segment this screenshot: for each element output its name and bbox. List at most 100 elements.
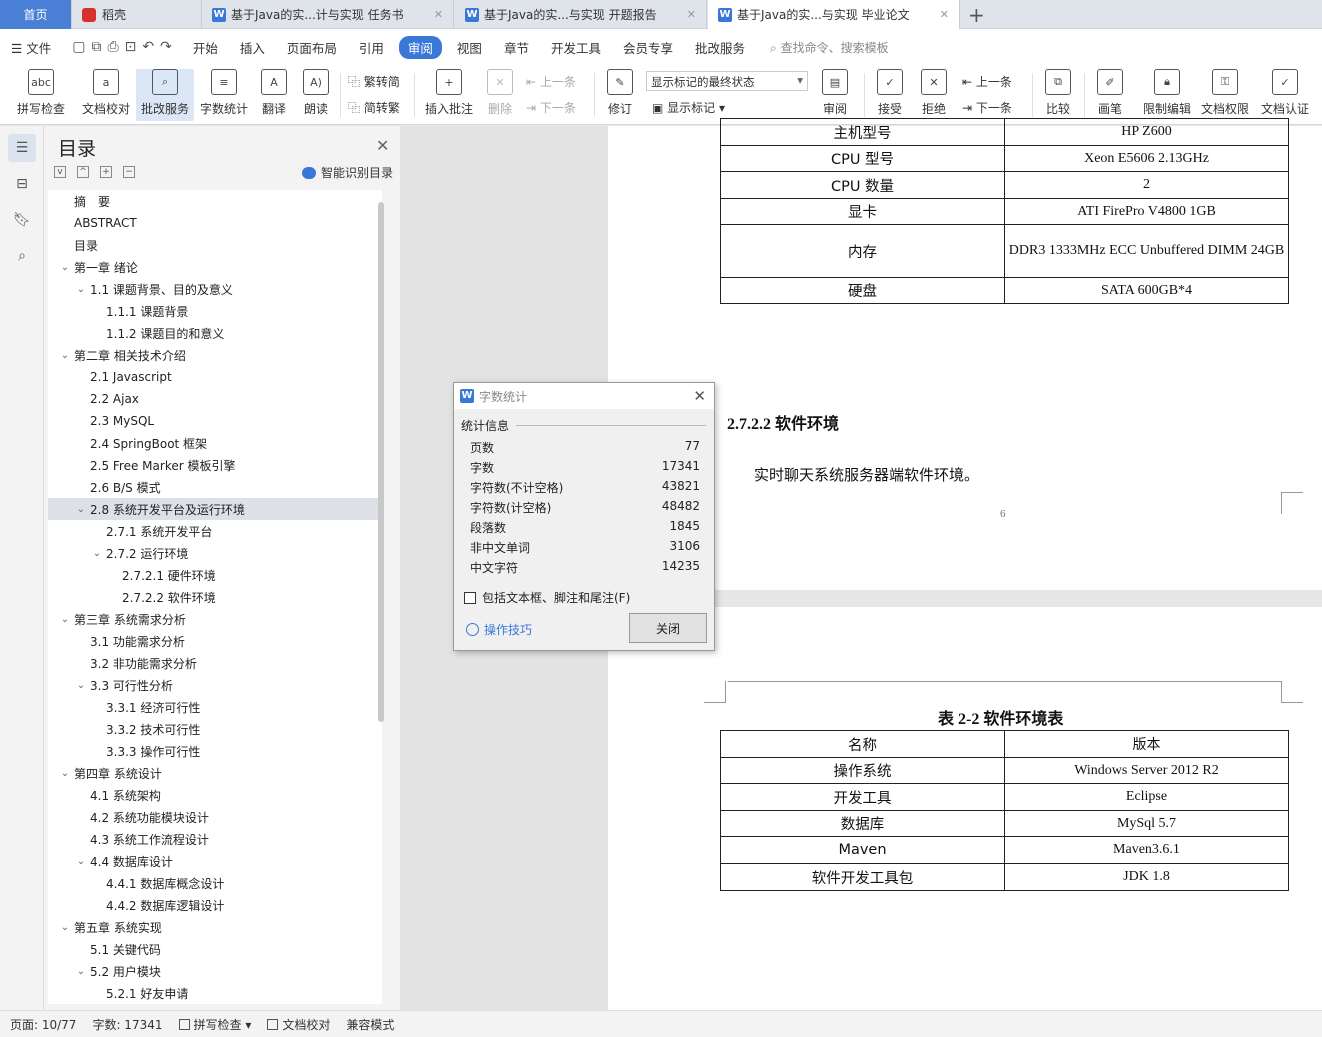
next-change-button[interactable]: ⇥ 下一条	[962, 99, 1012, 116]
trad-to-simp-button[interactable]: ⿻ 繁转简	[348, 73, 400, 90]
tab-close-icon[interactable]: ✕	[681, 8, 696, 21]
menu-chapter[interactable]: 章节	[493, 38, 540, 57]
toc-item[interactable]: 2.3 MySQL	[48, 410, 382, 432]
page-indicator[interactable]: 页面: 10/77	[10, 1016, 76, 1033]
tab-close-icon[interactable]: ✕	[428, 8, 443, 21]
toc-item[interactable]: 2.6 B/S 模式	[48, 476, 382, 498]
remove-heading-icon[interactable]: −	[123, 166, 135, 178]
prev-change-button[interactable]: ⇤ 上一条	[962, 73, 1012, 90]
toc-item[interactable]: ⌄ 2.8 系统开发平台及运行环境	[48, 498, 382, 520]
toc-item[interactable]: ⌄ 第五章 系统实现	[48, 916, 382, 938]
redo-icon[interactable]: ↷	[160, 39, 172, 55]
compare-button[interactable]: ⧉ 比较	[1038, 69, 1078, 121]
proofread-button[interactable]: a 文档校对	[78, 69, 134, 121]
toc-item[interactable]: 4.3 系统工作流程设计	[48, 828, 382, 850]
command-search[interactable]: ⌕ 查找命令、搜索模板	[770, 39, 889, 56]
toc-item[interactable]: 5.2.1 好友申请	[48, 982, 382, 1004]
word-count-indicator[interactable]: 字数: 17341	[92, 1016, 162, 1033]
reject-button[interactable]: ✕ 拒绝	[914, 69, 954, 121]
chevron-down-icon[interactable]: ⌄	[74, 680, 88, 691]
toc-item[interactable]: 2.7.1 系统开发平台	[48, 520, 382, 542]
toc-item[interactable]: 2.1 Javascript	[48, 366, 382, 388]
toc-item[interactable]: 1.1.2 课题目的和意义	[48, 322, 382, 344]
toc-item[interactable]: ⌄ 第一章 绪论	[48, 256, 382, 278]
close-icon[interactable]: ✕	[376, 136, 389, 155]
expand-all-icon[interactable]: ^	[77, 166, 89, 178]
close-button[interactable]: 关闭	[629, 613, 707, 643]
toc-item[interactable]: 4.4.2 数据库逻辑设计	[48, 894, 382, 916]
toc-item[interactable]: 4.4.1 数据库概念设计	[48, 872, 382, 894]
toc-item[interactable]: 2.7.2.2 软件环境	[48, 586, 382, 608]
chevron-down-icon[interactable]: ⌄	[58, 262, 72, 273]
chevron-down-icon[interactable]: ⌄	[74, 966, 88, 977]
spell-check-button[interactable]: abc 拼写检查	[10, 69, 72, 121]
chevron-down-icon[interactable]: ⌄	[90, 548, 104, 559]
menu-correction[interactable]: 批改服务	[684, 38, 756, 57]
restrict-editing-button[interactable]: 🔒︎ 限制编辑	[1140, 69, 1194, 121]
toc-item[interactable]: 2.2 Ajax	[48, 388, 382, 410]
toc-item[interactable]: ⌄ 4.4 数据库设计	[48, 850, 382, 872]
undo-icon[interactable]: ↶	[142, 39, 154, 55]
menu-insert[interactable]: 插入	[229, 38, 276, 57]
toc-item[interactable]: 1.1.1 课题背景	[48, 300, 382, 322]
close-icon[interactable]: ✕	[693, 387, 706, 405]
accept-button[interactable]: ✓ 接受	[870, 69, 910, 121]
smart-toc-button[interactable]: 智能识别目录	[302, 164, 393, 181]
tab-daoke[interactable]: 稻壳	[72, 0, 202, 29]
toc-item[interactable]: ABSTRACT	[48, 212, 382, 234]
correction-service-button[interactable]: ⌕ 批改服务	[136, 69, 194, 121]
doc-certify-button[interactable]: ✓ 文档认证	[1258, 69, 1312, 121]
toc-scrollbar[interactable]	[378, 202, 384, 722]
export-icon[interactable]: ⧉	[91, 39, 101, 55]
toc-item[interactable]: 4.1 系统架构	[48, 784, 382, 806]
simp-to-trad-button[interactable]: ⿻ 简转繁	[348, 99, 400, 116]
track-changes-button[interactable]: ✎ 修订	[600, 69, 640, 121]
toc-item[interactable]: 目录	[48, 234, 382, 256]
collapse-all-icon[interactable]: v	[54, 166, 66, 178]
search-icon[interactable]: ⌕	[8, 242, 36, 270]
menu-page-layout[interactable]: 页面布局	[276, 38, 348, 57]
prev-comment-button[interactable]: ⇤ 上一条	[526, 73, 576, 90]
toc-item[interactable]: ⌄ 5.2 用户模块	[48, 960, 382, 982]
toc-item[interactable]: 3.3.2 技术可行性	[48, 718, 382, 740]
chevron-down-icon[interactable]: ⌄	[74, 856, 88, 867]
proofread-status[interactable]: 文档校对	[267, 1016, 330, 1033]
toc-item[interactable]: ⌄ 3.3 可行性分析	[48, 674, 382, 696]
tab-doc1[interactable]: W 基于Java的实...计与实现 任务书 ✕	[202, 0, 454, 29]
toc-item[interactable]: ⌄ 第二章 相关技术介绍	[48, 344, 382, 366]
markup-state-dropdown[interactable]: 显示标记的最终状态	[646, 71, 808, 91]
toc-item[interactable]: 4.2 系统功能模块设计	[48, 806, 382, 828]
toc-item[interactable]: 摘 要	[48, 190, 382, 212]
print-preview-icon[interactable]: ⊡	[125, 39, 137, 55]
menu-references[interactable]: 引用	[348, 38, 395, 57]
chevron-down-icon[interactable]: ⌄	[58, 922, 72, 933]
chevron-down-icon[interactable]: ⌄	[58, 614, 72, 625]
translate-button[interactable]: A 翻译	[256, 69, 292, 121]
tab-close-icon[interactable]: ✕	[934, 8, 949, 21]
toc-item[interactable]: 3.1 功能需求分析	[48, 630, 382, 652]
next-comment-button[interactable]: ⇥ 下一条	[526, 99, 576, 116]
menu-member[interactable]: 会员专享	[612, 38, 684, 57]
toc-item[interactable]: 2.4 SpringBoot 框架	[48, 432, 382, 454]
menu-view[interactable]: 视图	[446, 38, 493, 57]
chevron-down-icon[interactable]: ⌄	[74, 284, 88, 295]
bookmark-icon[interactable]: 🔖︎	[8, 206, 36, 234]
toc-item[interactable]: 2.5 Free Marker 模板引擎	[48, 454, 382, 476]
tab-doc2[interactable]: W 基于Java的实...与实现 开题报告 ✕	[455, 0, 707, 29]
read-aloud-button[interactable]: A) 朗读	[299, 69, 333, 121]
save-icon[interactable]: ▢	[72, 39, 85, 55]
chevron-down-icon[interactable]: ⌄	[74, 504, 88, 515]
doc-permission-button[interactable]: ⚿ 文档权限	[1198, 69, 1252, 121]
menu-review[interactable]: 审阅	[398, 35, 442, 59]
toc-item[interactable]: ⌄ 1.1 课题背景、目的及意义	[48, 278, 382, 300]
toc-item[interactable]: ⌄ 第三章 系统需求分析	[48, 608, 382, 630]
toc-item[interactable]: 3.2 非功能需求分析	[48, 652, 382, 674]
pen-button[interactable]: ✐ 画笔	[1092, 69, 1128, 121]
show-markup-button[interactable]: ▣ 显示标记 ▾	[652, 99, 725, 116]
toc-item[interactable]: ⌄ 2.7.2 运行环境	[48, 542, 382, 564]
tab-home[interactable]: 首页	[0, 0, 72, 29]
add-heading-icon[interactable]: +	[100, 166, 112, 178]
tab-doc3[interactable]: W 基于Java的实...与实现 毕业论文 ✕	[708, 0, 960, 29]
chevron-down-icon[interactable]: ⌄	[58, 768, 72, 779]
chapter-nav-icon[interactable]: ⊟	[8, 170, 36, 198]
